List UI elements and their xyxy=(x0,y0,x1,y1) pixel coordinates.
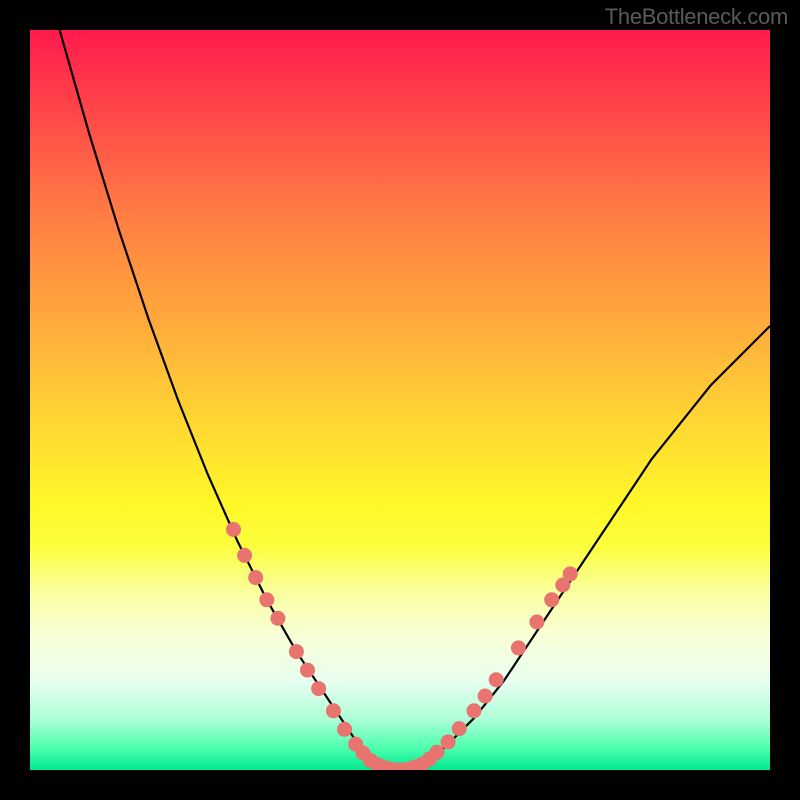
data-marker xyxy=(544,592,559,607)
data-marker xyxy=(452,721,467,736)
data-marker xyxy=(289,644,304,659)
data-marker xyxy=(441,734,456,749)
data-marker xyxy=(226,522,241,537)
bottleneck-curve xyxy=(60,30,770,770)
plot-area xyxy=(30,30,770,770)
data-marker xyxy=(248,570,263,585)
chart-frame: TheBottleneck.com xyxy=(0,0,800,800)
data-marker xyxy=(467,703,482,718)
data-marker xyxy=(489,672,504,687)
data-marker xyxy=(326,703,341,718)
data-marker xyxy=(430,745,445,760)
data-marker xyxy=(511,640,526,655)
data-marker xyxy=(259,592,274,607)
data-marker xyxy=(563,566,578,581)
data-marker xyxy=(478,689,493,704)
data-marker xyxy=(529,615,544,630)
curve-layer xyxy=(30,30,770,770)
watermark-text: TheBottleneck.com xyxy=(605,4,788,30)
data-marker xyxy=(237,548,252,563)
data-marker xyxy=(270,611,285,626)
data-marker xyxy=(300,663,315,678)
data-marker xyxy=(311,681,326,696)
data-marker xyxy=(337,722,352,737)
marker-group xyxy=(226,522,578,770)
